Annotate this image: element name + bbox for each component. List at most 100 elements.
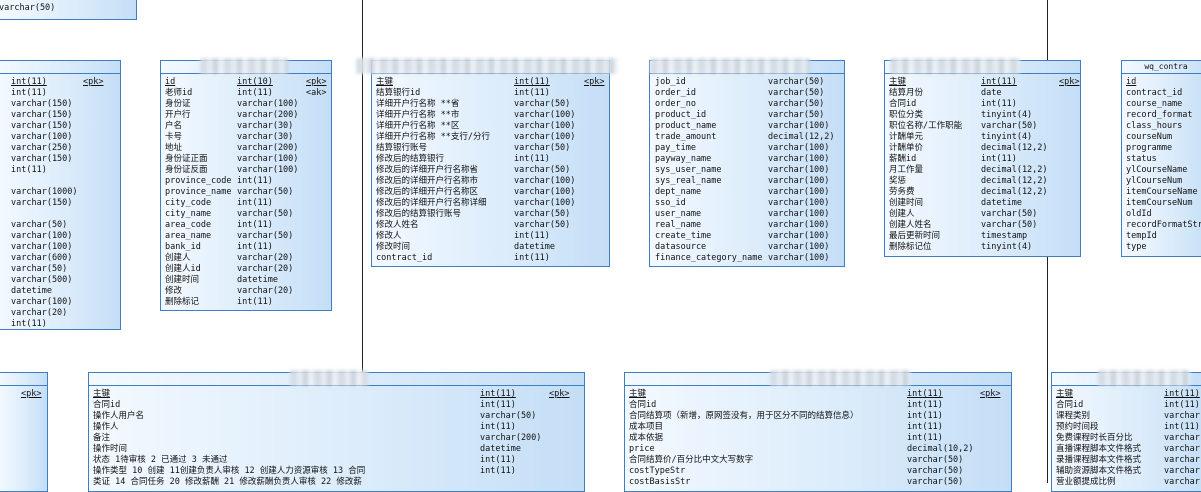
column-type: int(11): [1164, 389, 1200, 399]
column-type: int(11): [981, 77, 1017, 87]
column-name: programme: [1126, 143, 1173, 153]
table-row: bank_id int(11): [165, 242, 328, 253]
table-row: 创建人姓名 varchar(50): [889, 220, 1077, 231]
column-type: varchar(50): [237, 187, 294, 197]
column-name: area_code: [165, 220, 212, 230]
column-name: area_name: [165, 231, 212, 241]
column-name: 合同id: [93, 400, 121, 410]
column-name: 计酬单元: [889, 132, 924, 142]
table-row: finance_category_name varchar(100): [654, 253, 841, 264]
table-row: programme: [1126, 143, 1201, 154]
table-row: 免费课程时长百分比 varchar: [1056, 433, 1201, 444]
column-name: course_name: [1126, 99, 1183, 109]
table-row: area_code int(11): [165, 220, 328, 231]
table-e9[interactable]: 主键 int(11) <pk> 合同id int(11) 合同结算项（新增，原网签没有，用…: [624, 372, 1012, 492]
column-name: record_format: [1126, 110, 1193, 120]
column-type: varchar(50): [514, 220, 571, 230]
column-type: int(11): [514, 231, 550, 241]
column-type: int(10): [237, 77, 273, 87]
table-row: 辅助资源脚本文件格式 varchar: [1056, 466, 1201, 477]
column-name: 操作时间: [93, 444, 128, 454]
column-name: real_name: [655, 220, 702, 230]
table-row: 预约时间段 int(11): [1056, 422, 1201, 433]
column-name: 修改后的详细开户行名称详细: [376, 198, 487, 208]
table-e6[interactable]: wq_contra id contract_id course_name record_…: [1121, 60, 1201, 257]
column-type: varchar(50): [981, 121, 1038, 131]
table-row: int(11): [3, 165, 117, 176]
column-name: varchar(20): [11, 308, 68, 318]
column-type: decimal(12,2): [981, 187, 1048, 197]
table-row: 修改后的结算银行账号 varchar(50): [376, 209, 606, 220]
redacted-name: [200, 58, 288, 74]
table-row: varchar(150): [3, 198, 117, 209]
table-row: 奖惩 decimal(12,2): [889, 176, 1077, 187]
column-type: varchar(100): [768, 165, 830, 175]
column-name: 薪酬id: [889, 154, 917, 164]
column-name: 修改后的详细开户行名称市: [376, 176, 479, 186]
column-type: varchar(20): [237, 264, 294, 274]
column-name: 详细开户行名称 **区: [376, 121, 460, 131]
column-name: datasource: [655, 242, 707, 252]
column-name: varchar(1000): [11, 187, 78, 197]
column-name: varchar(100): [11, 231, 73, 241]
column-type: varchar(50): [514, 99, 571, 109]
table-e10[interactable]: 主键 int(11) 合同id int(11) 课程类别 varchar 预约时间段 int(…: [1051, 372, 1201, 492]
column-name: 删除标记位: [889, 242, 932, 252]
table-row: varchar(150): [3, 121, 117, 132]
column-type: varchar(50): [768, 110, 825, 120]
column-name: ylCourseName: [1126, 165, 1188, 175]
table-row: 身份证反面 varchar(100): [165, 165, 328, 176]
column-type: varchar(100): [514, 132, 576, 142]
column-name: bank_id: [165, 242, 201, 252]
table-row: 操作时间 datetime: [93, 444, 581, 455]
column-name: sys_real_name: [655, 176, 722, 186]
column-name: varchar(150): [11, 154, 73, 164]
column-name: varchar(250): [11, 143, 73, 153]
table-row: varchar(100): [3, 297, 117, 308]
column-type: date: [981, 88, 1002, 98]
table-e8[interactable]: 主键 int(11) <pk> 合同id int(11) 操作人用户名 varchar(50…: [88, 372, 585, 492]
table-row: 地址 varchar(200): [165, 143, 328, 154]
column-type: datetime: [237, 275, 278, 285]
table-row: varchar(50): [0, 3, 133, 14]
table-e5[interactable]: 主键 int(11) <pk> 结算月份 date 合同id int(11) 职位分类 tiny…: [884, 60, 1081, 257]
column-type: datetime: [981, 198, 1022, 208]
column-type: int(11): [514, 77, 550, 87]
column-type: varchar(100): [514, 187, 576, 197]
column-type: int(11): [480, 389, 516, 399]
column-type: varchar(100): [768, 176, 830, 186]
column-name: varchar(500): [11, 275, 73, 285]
column-name: 详细开户行名称 **省: [376, 99, 460, 109]
table-row: datasource varchar(100): [654, 242, 841, 253]
table-row: payway_name varchar(100): [654, 154, 841, 165]
table-e3[interactable]: 主键 int(11) <pk> 结算银行id int(11) 详细开户行名称 **省 var…: [371, 60, 610, 267]
column-type: int(11): [514, 88, 550, 98]
table-row: varchar(100): [3, 132, 117, 143]
column-name: type: [1126, 242, 1147, 252]
column-name: 录播课程脚本文件格式: [1056, 455, 1142, 465]
column-name: 修改后的详细开户行名称省: [376, 165, 479, 175]
column-name: finance_category_name: [655, 253, 763, 263]
redacted-name: [290, 370, 368, 386]
column-name: 身份证反面: [165, 165, 208, 175]
column-type: varchar(50): [768, 99, 825, 109]
column-name: int(11): [11, 88, 47, 98]
column-name: 职位名称/工作职能: [889, 121, 963, 131]
table-row: 修改 varchar(20): [165, 286, 328, 297]
table-row: 身份证 varchar(100): [165, 99, 328, 110]
table-e0[interactable]: varchar(50)varchar(50): [0, 0, 137, 20]
column-name: int(11): [11, 319, 47, 329]
column-type: varchar(100): [237, 165, 299, 175]
table-row: 操作人用户名 varchar(50): [93, 411, 581, 422]
table-e7[interactable]: <pk>: [0, 372, 48, 492]
column-name: itemCourseNum: [1126, 198, 1193, 208]
table-e1[interactable]: int(11) <pk> int(11) varchar(150) varchar(15…: [0, 60, 121, 330]
table-e2[interactable]: id int(10) <pk> 老师id int(11) <ak> 身份证 varchar(1…: [160, 60, 332, 311]
column-name: 身份证: [165, 99, 191, 109]
column-type: varchar(50): [981, 209, 1038, 219]
column-name: 合同结算项（新增，原网签没有，用于区分不同的结算信息）: [629, 411, 859, 421]
column-name: 修改人: [376, 231, 402, 241]
column-name: 操作人用户名: [93, 411, 145, 421]
column-type: varchar(200): [480, 433, 542, 443]
table-e4[interactable]: job_id varchar(50) order_id varchar(50) orde…: [649, 60, 845, 267]
